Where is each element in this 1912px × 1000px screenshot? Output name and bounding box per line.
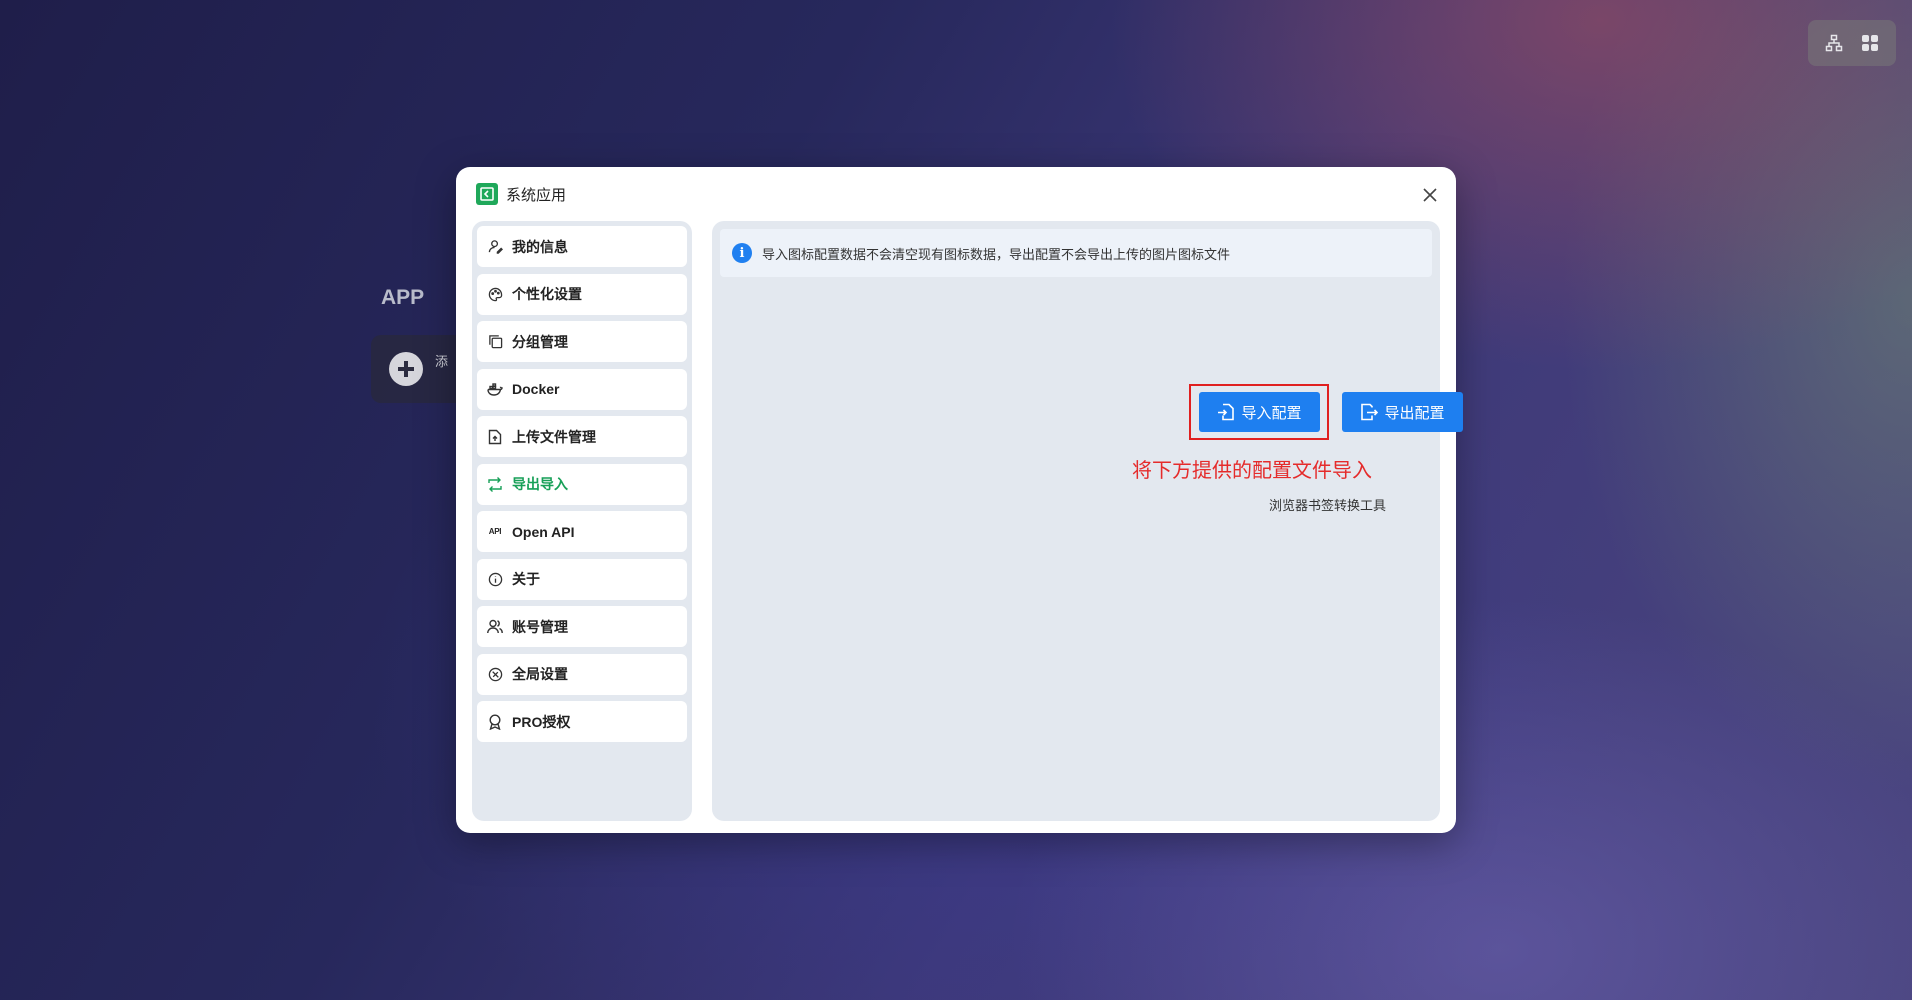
- info-circle-icon: i: [732, 243, 752, 263]
- file-import-icon: [1218, 403, 1235, 421]
- sidebar-item-label: 导出导入: [512, 476, 568, 492]
- grid-icon[interactable]: [1857, 30, 1883, 56]
- sidebar-item-label: 关于: [512, 571, 540, 587]
- sidebar-item-open-api[interactable]: API Open API: [477, 511, 687, 552]
- file-upload-icon: [487, 429, 503, 445]
- sidebar-item-label: PRO授权: [512, 713, 571, 730]
- notice-banner: i 导入图标配置数据不会清空现有图标数据，导出配置不会导出上传的图片图标文件: [720, 229, 1432, 277]
- sidebar-item-group-management[interactable]: 分组管理: [477, 321, 687, 362]
- plus-circle-icon: [389, 352, 423, 386]
- export-button-label: 导出配置: [1384, 404, 1445, 422]
- sidebar-item-label: 分组管理: [512, 333, 568, 350]
- bookmark-converter-link[interactable]: 浏览器书签转换工具: [1269, 495, 1386, 514]
- sidebar-item-pro-license[interactable]: PRO授权: [477, 701, 687, 742]
- sidebar-item-upload-files[interactable]: 上传文件管理: [477, 416, 687, 457]
- import-config-button[interactable]: 导入配置: [1199, 392, 1320, 432]
- settings-sidebar: 我的信息 个性化设置 分组管理 Docker 上传文件管理 导出导入 API O…: [472, 221, 692, 821]
- sidebar-item-about[interactable]: 关于: [477, 558, 687, 600]
- sidebar-item-label: 上传文件管理: [512, 428, 596, 445]
- users-icon: [487, 619, 503, 635]
- export-import-panel: i 导入图标配置数据不会清空现有图标数据，导出配置不会导出上传的图片图标文件 导…: [712, 221, 1463, 821]
- corner-toolbar: [1808, 20, 1896, 66]
- user-edit-icon: [487, 239, 503, 255]
- sidebar-item-label: 我的信息: [512, 238, 568, 255]
- add-card-label: 添: [435, 353, 449, 369]
- export-config-button[interactable]: 导出配置: [1342, 392, 1463, 432]
- sidebar-item-global-settings[interactable]: 全局设置: [477, 653, 687, 695]
- sidebar-item-label: 账号管理: [512, 618, 568, 635]
- sidebar-item-label: 个性化设置: [512, 286, 582, 302]
- sidebar-item-label: Open API: [512, 523, 575, 540]
- sidebar-item-personalization[interactable]: 个性化设置: [477, 273, 687, 315]
- modal-header: 系统应用: [476, 183, 566, 205]
- sidebar-item-docker[interactable]: Docker: [477, 368, 687, 410]
- import-button-label: 导入配置: [1241, 404, 1302, 422]
- sidebar-item-export-import[interactable]: 导出导入: [477, 463, 687, 505]
- transfer-icon: [487, 476, 503, 492]
- app-logo-icon: [476, 183, 498, 205]
- notice-text: 导入图标配置数据不会清空现有图标数据，导出配置不会导出上传的图片图标文件: [762, 246, 1231, 262]
- close-icon[interactable]: [1420, 185, 1440, 205]
- sidebar-item-label: 全局设置: [512, 666, 568, 682]
- modal-title: 系统应用: [506, 186, 567, 204]
- sitemap-icon[interactable]: [1821, 30, 1847, 56]
- annotation-text: 将下方提供的配置文件导入: [1132, 460, 1372, 482]
- award-icon: [487, 713, 503, 730]
- api-icon: API: [488, 527, 502, 536]
- sidebar-item-account-management[interactable]: 账号管理: [477, 606, 687, 647]
- settings-icon: [487, 666, 503, 682]
- sidebar-item-label: Docker: [512, 381, 560, 397]
- app-section-label: APP: [381, 286, 425, 309]
- file-export-icon: [1361, 403, 1379, 421]
- sidebar-item-my-info[interactable]: 我的信息: [477, 226, 687, 267]
- system-app-modal: 系统应用 我的信息 个性化设置 分组管理 Docker 上传文件管理 导出导入: [456, 167, 1463, 833]
- info-icon: [487, 571, 503, 587]
- docker-icon: [487, 381, 503, 397]
- copy-icon: [487, 334, 503, 350]
- palette-icon: [487, 286, 503, 302]
